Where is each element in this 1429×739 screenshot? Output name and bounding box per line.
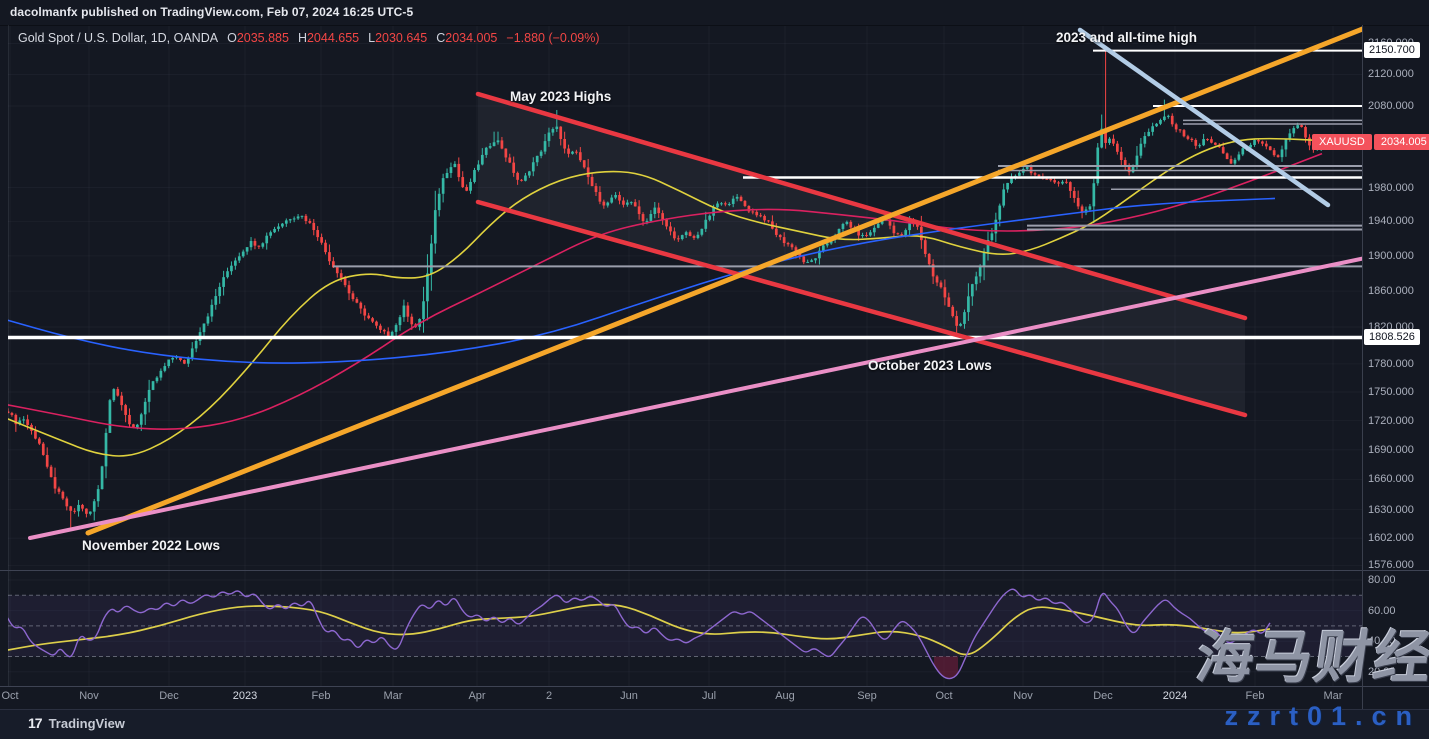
rsi-axis-label: 60.00 <box>1368 604 1396 618</box>
high-label: H <box>298 31 307 45</box>
tradingview-chart-page: dacolmanfx published on TradingView.com,… <box>0 0 1429 739</box>
time-axis-label: Oct <box>0 690 32 702</box>
price-axis-label: 1750.000 <box>1368 385 1414 399</box>
rsi-axis-label: 80.00 <box>1368 573 1396 587</box>
price-axis-label: 2120.000 <box>1368 67 1414 81</box>
time-axis-label: Oct <box>922 690 966 702</box>
time-axis-label: Nov <box>67 690 111 702</box>
price-axis-label: 1780.000 <box>1368 357 1414 371</box>
price-axis-label: 1720.000 <box>1368 414 1414 428</box>
price-axis[interactable]: 2160.0002120.0002080.0001980.0001940.000… <box>1363 25 1429 686</box>
time-axis-label: 2023 <box>223 690 267 702</box>
tradingview-attribution[interactable]: 17 TradingView <box>28 715 125 731</box>
close-value: 2034.005 <box>445 31 497 45</box>
price-axis-label: 1980.000 <box>1368 181 1414 195</box>
close-label: C <box>436 31 445 45</box>
time-axis-label: Nov <box>1001 690 1045 702</box>
symbol-tag: XAUUSD <box>1312 134 1372 150</box>
time-axis-label: 2 <box>527 690 571 702</box>
pane-left-edge <box>8 25 9 686</box>
price-axis-label: 1690.000 <box>1368 443 1414 457</box>
symbol-title[interactable]: Gold Spot / U.S. Dollar, 1D, OANDA <box>18 31 218 45</box>
price-axis-label: 1602.000 <box>1368 531 1414 545</box>
price-axis-label: 1900.000 <box>1368 249 1414 263</box>
pane-separator[interactable] <box>0 570 1429 571</box>
open-label: O <box>227 31 237 45</box>
price-axis-label: 1860.000 <box>1368 284 1414 298</box>
annotation-november-2022-lows[interactable]: November 2022 Lows <box>82 538 220 553</box>
time-axis-label: Jun <box>607 690 651 702</box>
annotation-all-time-high[interactable]: 2023 and all-time high <box>1056 30 1197 45</box>
price-badge-oct-low: 1808.526 <box>1364 329 1420 345</box>
time-axis-label: Aug <box>763 690 807 702</box>
open-value: 2035.885 <box>237 31 289 45</box>
annotation-may-2023-highs[interactable]: May 2023 Highs <box>510 89 611 104</box>
price-badge-ath: 2150.700 <box>1364 42 1420 58</box>
time-axis-label: Feb <box>299 690 343 702</box>
watermark-url-text: zzrt01.cn <box>1224 701 1421 732</box>
price-axis-label: 1660.000 <box>1368 472 1414 486</box>
time-axis-label: Sep <box>845 690 889 702</box>
attribution-bar <box>0 709 1429 739</box>
time-axis-label: Apr <box>455 690 499 702</box>
trendline-orange[interactable] <box>88 28 1365 533</box>
annotation-october-2023-lows[interactable]: October 2023 Lows <box>868 358 992 373</box>
price-axis-label: 2080.000 <box>1368 99 1414 113</box>
symbol-info-bar[interactable]: Gold Spot / U.S. Dollar, 1D, OANDA O2035… <box>18 31 600 45</box>
price-axis-label: 1940.000 <box>1368 214 1414 228</box>
last-price-value: 2034.005 <box>1374 134 1429 150</box>
change-value: −1.880 (−0.09%) <box>506 31 599 45</box>
last-price-badge: XAUUSD 2034.005 <box>1312 134 1429 150</box>
tradingview-logo-text: TradingView <box>49 716 125 731</box>
rsi-oversold-fill <box>934 657 958 680</box>
channel-fill <box>478 94 1245 415</box>
time-axis-label: Dec <box>147 690 191 702</box>
price-pane[interactable] <box>0 28 1370 538</box>
high-value: 2044.655 <box>307 31 359 45</box>
low-value: 2030.645 <box>375 31 427 45</box>
time-axis-label: Mar <box>371 690 415 702</box>
rsi-pane[interactable] <box>6 589 1362 679</box>
time-axis-label: Dec <box>1081 690 1125 702</box>
trendline-pink[interactable] <box>30 257 1370 538</box>
tradingview-logo-icon: 17 <box>28 715 42 731</box>
time-axis[interactable]: Oct Nov Dec 2023 Feb Mar Apr 2 Jun Jul Aug Sep Oct No… <box>0 686 1362 709</box>
time-axis-label: Jul <box>687 690 731 702</box>
watermark-chinese-text: 海马财经 <box>1193 630 1429 687</box>
price-axis-label: 1630.000 <box>1368 503 1414 517</box>
time-axis-label: 2024 <box>1153 690 1197 702</box>
price-axis-border <box>1362 25 1363 709</box>
